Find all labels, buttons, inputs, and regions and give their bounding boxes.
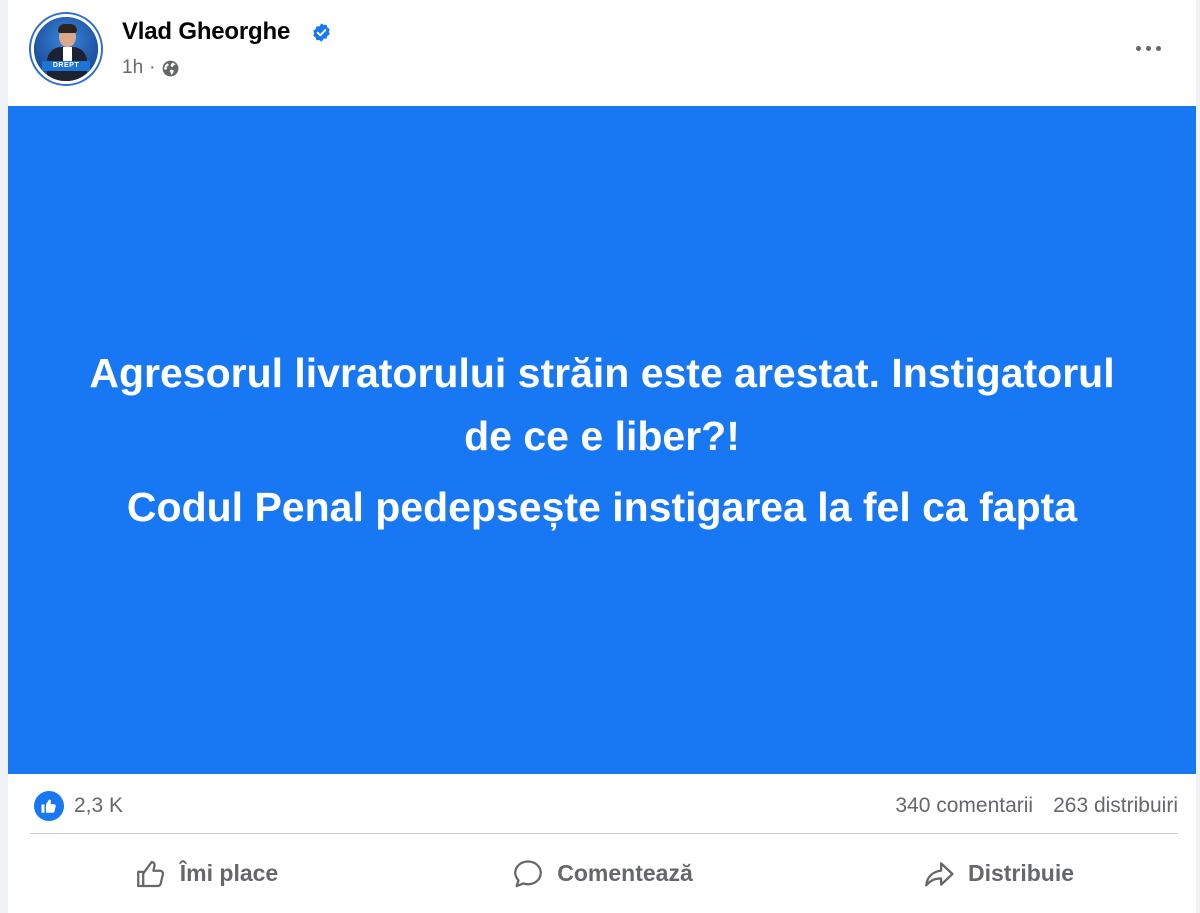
like-button-label: Îmi place	[179, 860, 279, 886]
globe-icon[interactable]	[161, 59, 180, 78]
like-icon[interactable]	[34, 791, 64, 821]
share-button-label: Distribuie	[967, 860, 1075, 886]
facebook-post-page: DREPT Vlad Gheorghe 1h · Agresorul livra…	[0, 0, 1200, 913]
comment-bubble-icon	[514, 859, 543, 887]
comment-button[interactable]: Comentează	[404, 834, 800, 913]
feed-background-right	[1196, 0, 1200, 913]
thumbs-up-icon	[41, 799, 56, 813]
avatar-tag: DREPT	[42, 61, 90, 71]
post-meta: 1h ·	[122, 56, 180, 80]
verified-badge-icon	[313, 23, 330, 42]
dot	[1155, 45, 1161, 51]
reaction-count[interactable]: 2,3 K	[74, 794, 123, 818]
like-button[interactable]: Îmi place	[8, 834, 404, 913]
author-name[interactable]: Vlad Gheorghe	[122, 18, 290, 46]
comment-button-label: Comentează	[557, 860, 693, 886]
shares-count[interactable]: 263 distribuiri	[1053, 794, 1178, 818]
avatar[interactable]: DREPT	[31, 14, 101, 84]
comments-count[interactable]: 340 comentarii	[895, 794, 1033, 818]
more-options-icon[interactable]	[1128, 30, 1168, 66]
thumbs-up-outline-icon	[136, 860, 164, 887]
engagement-counts: 340 comentarii 263 distribuiri	[895, 794, 1178, 818]
feed-background-left	[0, 0, 8, 913]
avatar-hair	[58, 24, 77, 33]
meta-separator: ·	[149, 57, 156, 78]
post-stats: 2,3 K 340 comentarii 263 distribuiri	[8, 774, 1196, 836]
share-button[interactable]: Distribuie	[800, 834, 1196, 913]
post-paragraph-2: Codul Penal pedepsește instigarea la fel…	[126, 483, 1078, 530]
action-bar: Îmi place Comentează Distribuie	[8, 834, 1196, 913]
post-text: Agresorul livratorului străin este arest…	[62, 342, 1142, 539]
post-paragraph-1: Agresorul livratorului străin este arest…	[89, 349, 1115, 459]
post-text-background: Agresorul livratorului străin este arest…	[8, 106, 1196, 774]
dot	[1145, 45, 1151, 51]
share-arrow-icon	[925, 861, 954, 886]
dot	[1135, 45, 1141, 51]
post-header: DREPT Vlad Gheorghe 1h ·	[8, 0, 1196, 106]
post-timestamp[interactable]: 1h	[122, 57, 143, 79]
